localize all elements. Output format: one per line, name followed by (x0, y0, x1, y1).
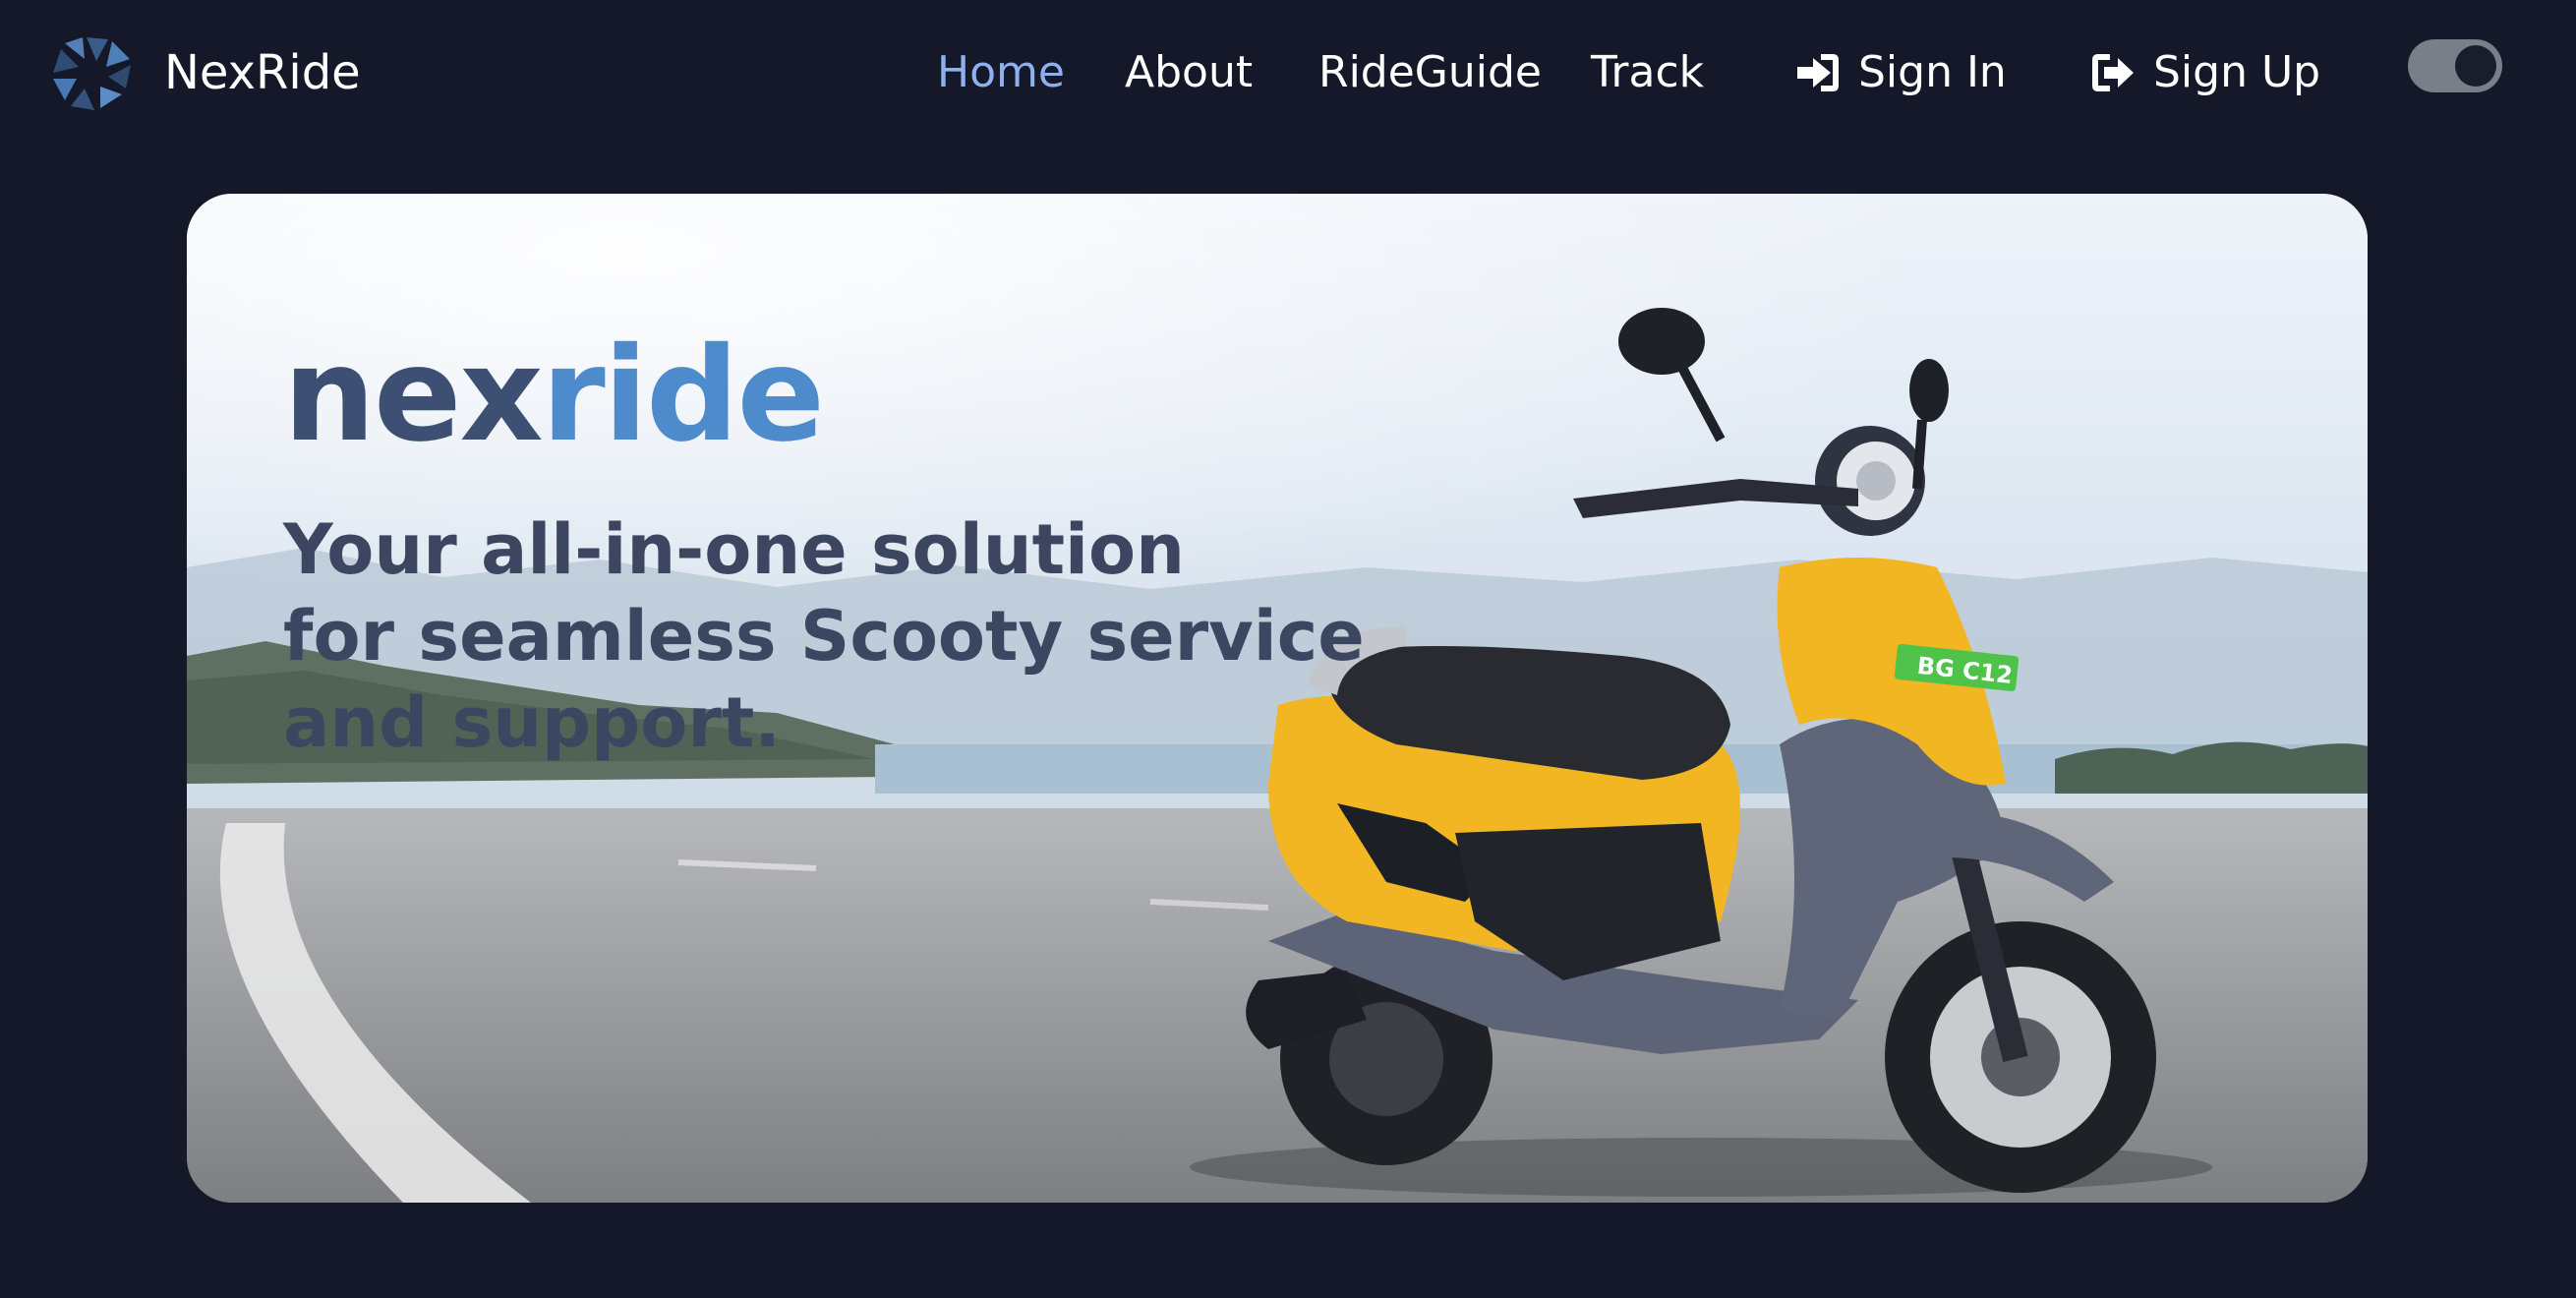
brand-name: NexRide (164, 45, 361, 100)
tagline-line-2: for seamless Scooty service (283, 596, 1365, 677)
aperture-logo-icon (53, 37, 131, 110)
tagline-line-3: and support. (283, 682, 781, 763)
sign-in-icon (1797, 54, 1839, 91)
sign-up-label: Sign Up (2153, 47, 2321, 97)
nav-link-home[interactable]: Home (937, 41, 1065, 104)
theme-toggle[interactable] (2408, 39, 2502, 92)
navbar: NexRide Home About RideGuide Track Sign … (0, 0, 2576, 148)
sign-up-link[interactable]: Sign Up (2090, 41, 2320, 104)
nav-link-about[interactable]: About (1125, 41, 1253, 104)
wordmark-ride: ride (541, 320, 825, 471)
nav-link-track[interactable]: Track (1591, 41, 1704, 104)
brand[interactable]: NexRide (51, 33, 361, 112)
nexride-wordmark: nexride (283, 320, 825, 471)
wordmark-nex: nex (283, 320, 544, 471)
sign-in-link[interactable]: Sign In (1795, 41, 2007, 104)
hero-banner: BG C12 nexride Your all-in-one solution … (187, 194, 2368, 1203)
sign-out-icon (2092, 54, 2134, 91)
toggle-knob (2455, 45, 2496, 87)
hero-tagline: Your all-in-one solution for seamless Sc… (283, 506, 1404, 766)
sign-in-label: Sign In (1858, 47, 2007, 97)
nav-link-rideguide[interactable]: RideGuide (1318, 41, 1542, 104)
tagline-line-1: Your all-in-one solution (283, 509, 1185, 590)
